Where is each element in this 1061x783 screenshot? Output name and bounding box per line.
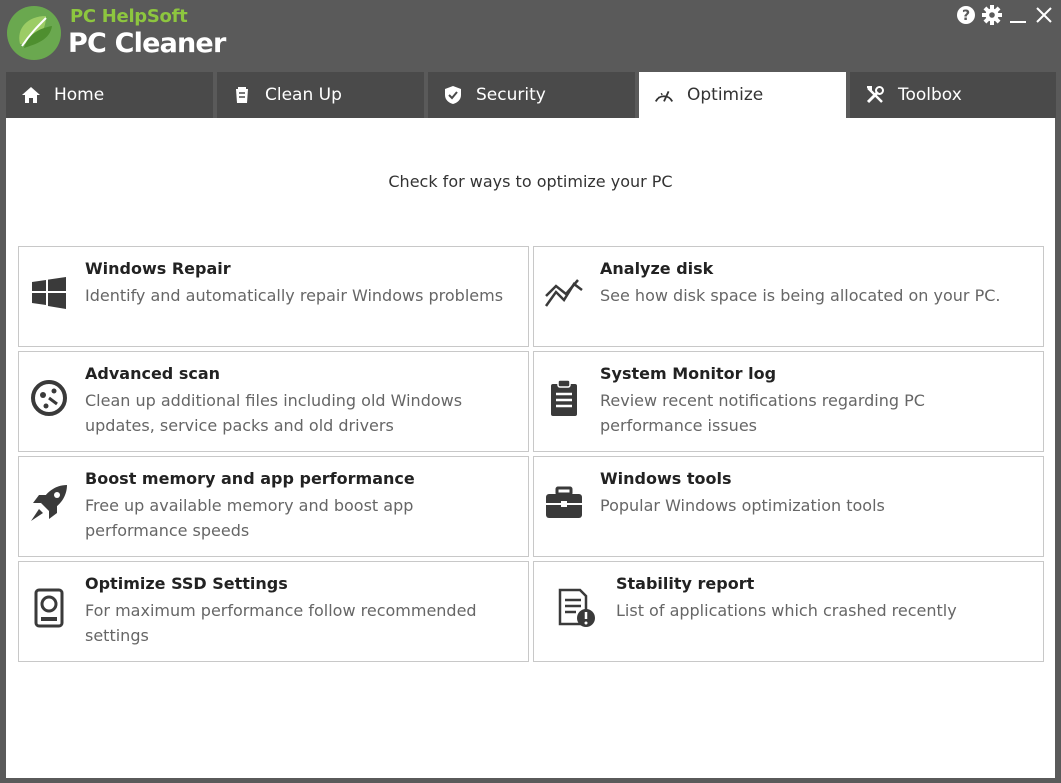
card-description: Review recent notifications regarding PC… bbox=[600, 391, 925, 435]
svg-text:?: ? bbox=[962, 8, 970, 24]
tab-security[interactable]: Security bbox=[428, 72, 635, 118]
tab-label: Toolbox bbox=[898, 85, 962, 105]
help-icon[interactable]: ? bbox=[955, 3, 977, 27]
chart-line-icon bbox=[544, 273, 584, 313]
tools-icon bbox=[864, 84, 886, 106]
report-warning-icon bbox=[556, 588, 596, 628]
close-icon[interactable] bbox=[1033, 3, 1055, 27]
card-description: Identify and automatically repair Window… bbox=[85, 286, 504, 305]
broom-icon bbox=[231, 84, 253, 106]
clipboard-icon bbox=[544, 378, 584, 418]
card-title: System Monitor log bbox=[600, 364, 777, 383]
card-description: List of applications which crashed recen… bbox=[616, 601, 957, 620]
card-title: Optimize SSD Settings bbox=[85, 574, 288, 593]
card-description: For maximum performance follow recommend… bbox=[85, 601, 477, 645]
home-icon bbox=[20, 84, 42, 106]
card-title: Windows Repair bbox=[85, 259, 231, 278]
rocket-icon bbox=[29, 483, 69, 523]
main-tabs: Home Clean Up Security Optimize Toolbox bbox=[6, 72, 1056, 118]
windows-icon bbox=[29, 273, 69, 313]
company-name: PC HelpSoft bbox=[70, 6, 188, 27]
card-description: Popular Windows optimization tools bbox=[600, 496, 885, 515]
gear-icon[interactable] bbox=[981, 3, 1003, 27]
tab-label: Optimize bbox=[687, 85, 764, 105]
toolbox-icon bbox=[544, 483, 584, 523]
analyze-disk-card[interactable]: Analyze disk See how disk space is being… bbox=[533, 246, 1044, 347]
windows-repair-card[interactable]: Windows Repair Identify and automaticall… bbox=[18, 246, 529, 347]
stability-report-card[interactable]: Stability report List of applications wh… bbox=[533, 561, 1044, 662]
gauge-icon bbox=[653, 84, 675, 106]
ssd-icon bbox=[29, 588, 69, 628]
minimize-icon[interactable] bbox=[1007, 3, 1029, 27]
tab-toolbox[interactable]: Toolbox bbox=[850, 72, 1056, 118]
advanced-scan-card[interactable]: Advanced scan Clean up additional files … bbox=[18, 351, 529, 452]
card-title: Analyze disk bbox=[600, 259, 714, 278]
tab-label: Home bbox=[54, 85, 105, 105]
card-description: See how disk space is being allocated on… bbox=[600, 286, 1001, 305]
optimize-panel: Check for ways to optimize your PC Windo… bbox=[6, 118, 1055, 778]
shield-icon bbox=[442, 84, 464, 106]
card-description: Clean up additional files including old … bbox=[85, 391, 463, 435]
optimize-ssd-card[interactable]: Optimize SSD Settings For maximum perfor… bbox=[18, 561, 529, 662]
tab-label: Security bbox=[476, 85, 546, 105]
card-title: Boost memory and app performance bbox=[85, 469, 415, 488]
tab-home[interactable]: Home bbox=[6, 72, 213, 118]
tab-label: Clean Up bbox=[265, 85, 342, 105]
card-description: Free up available memory and boost app p… bbox=[85, 496, 414, 540]
card-title: Advanced scan bbox=[85, 364, 221, 383]
title-bar: PC HelpSoft PC Cleaner ? bbox=[0, 0, 1061, 72]
tab-clean-up[interactable]: Clean Up bbox=[217, 72, 424, 118]
system-monitor-log-card[interactable]: System Monitor log Review recent notific… bbox=[533, 351, 1044, 452]
window-controls: ? bbox=[955, 2, 1055, 28]
page-title: Check for ways to optimize your PC bbox=[388, 172, 673, 191]
product-name: PC Cleaner bbox=[68, 28, 226, 59]
card-title: Windows tools bbox=[600, 469, 732, 488]
tab-optimize[interactable]: Optimize bbox=[639, 72, 846, 118]
boost-memory-card[interactable]: Boost memory and app performance Free up… bbox=[18, 456, 529, 557]
leaf-logo-icon bbox=[7, 6, 61, 60]
card-title: Stability report bbox=[616, 574, 755, 593]
windows-tools-card[interactable]: Windows tools Popular Windows optimizati… bbox=[533, 456, 1044, 557]
scan-disc-icon bbox=[29, 378, 69, 418]
